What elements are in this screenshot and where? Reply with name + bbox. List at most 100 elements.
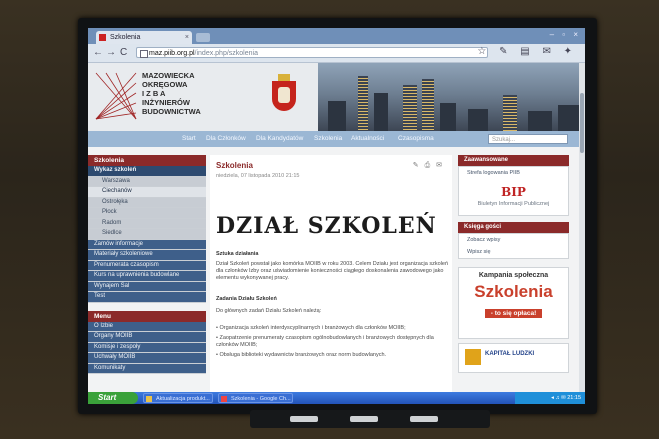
article-date: niedziela, 07 listopada 2010 21:15 — [216, 173, 300, 179]
org-name-line: I Z B A — [142, 89, 166, 98]
campaign-banner[interactable]: Kampania społeczna Szkolenia - to się op… — [458, 267, 569, 339]
building — [358, 76, 368, 131]
sidebar-item[interactable]: Zamów informacje — [88, 239, 206, 250]
building — [403, 85, 417, 131]
browser-toolbar: ← → C maz.piib.org.pl/index.php/szkoleni… — [88, 44, 585, 63]
taskbar-item[interactable]: Szkolenia - Google Ch... — [218, 393, 293, 403]
section-body: Do głównych zadań Działu Szkoleń należą: — [216, 308, 322, 314]
menu-item[interactable]: Komunikaty — [88, 363, 206, 374]
menu-item[interactable]: Uchwały MOIIB — [88, 353, 206, 364]
reload-button[interactable]: C — [120, 47, 127, 59]
guestbook-sign-link[interactable]: Wpisz się — [459, 246, 568, 258]
section-body: Dział Szkoleń powstał jako komórka MOIIB… — [216, 261, 449, 282]
campaign-headline: Szkolenia — [474, 282, 553, 301]
sidebar-item[interactable]: Płock — [88, 208, 206, 219]
site-navbar: Start Dla Członków Dla Kandydatów Szkole… — [88, 131, 585, 147]
login-box: Strefa logowania PIIB BIP Biuletyn Infor… — [458, 166, 569, 216]
bullet-item: • Zaopatrzenie prenumeraty czasopism ogó… — [216, 335, 434, 349]
warsaw-crest-icon — [272, 74, 296, 111]
org-name-line: BUDOWNICTWA — [142, 107, 201, 116]
sidebar-item[interactable]: Wynajem Sal — [88, 281, 206, 292]
bullet-item: • Organizacja szkoleń interdyscyplinarny… — [216, 325, 406, 331]
bip-logo: BIP — [501, 185, 526, 199]
start-button[interactable]: Start — [88, 392, 138, 404]
campaign-subtitle: - to się opłaca! — [484, 309, 543, 318]
left-sidebar: Szkolenia Wykaz szkoleń Warszawa Ciechanów… — [88, 155, 206, 392]
moiib-logo-icon[interactable] — [94, 71, 138, 121]
sidebar-header-guestbook: Księga gości — [458, 222, 569, 233]
bip-banner[interactable]: BIP Biuletyn Informacji Publicznej — [459, 179, 568, 215]
sidebar-item[interactable]: Wykaz szkoleń — [88, 166, 206, 177]
address-bar[interactable]: maz.piib.org.pl/index.php/szkolenia — [136, 47, 488, 58]
campaign-title: Kampania społeczna — [478, 272, 549, 279]
kapital-ludzki-banner[interactable]: KAPITAŁ LUDZKI — [458, 343, 569, 373]
building — [440, 103, 456, 131]
taskbar-item-label: Aktualizacja produkt... — [156, 396, 210, 402]
section-title: Zadania Działu Szkoleń — [216, 296, 277, 302]
chrome-icon — [221, 396, 227, 402]
org-name-line: INŻYNIERÓW — [142, 98, 190, 107]
menu-item[interactable]: O Izbie — [88, 321, 206, 332]
kapital-ludzki-text: KAPITAŁ LUDZKI — [485, 351, 535, 357]
sidebar-item[interactable]: Materiały szkoleniowe — [88, 250, 206, 261]
eraser — [410, 416, 438, 422]
building — [503, 95, 517, 131]
pen — [350, 416, 378, 422]
building — [468, 109, 488, 131]
nav-magazines[interactable]: Czasopisma — [398, 135, 434, 142]
article-tool-icons[interactable]: ✎ ⎙ ✉ — [413, 161, 444, 170]
menu-item[interactable]: Komisje i zespoły — [88, 342, 206, 353]
pen — [290, 416, 318, 422]
site-search-input[interactable]: Szukaj... — [488, 134, 568, 144]
page-icon — [140, 50, 148, 58]
sidebar-header-trainings: Szkolenia — [88, 155, 206, 166]
sidebar-items: Wykaz szkoleń Warszawa Ciechanów Ostrołęka P… — [88, 166, 206, 303]
sidebar-item[interactable]: Test — [88, 292, 206, 303]
sidebar-item[interactable]: Prenumerata czasopism — [88, 260, 206, 271]
sidebar-item[interactable]: Radom — [88, 218, 206, 229]
system-tray[interactable]: ◂ ♫ ✉ 21:15 — [515, 392, 585, 404]
city-skyline-image — [318, 63, 585, 131]
projected-screen: Szkolenia × – ▫ × ← → C maz.piib.org.pl/… — [88, 28, 585, 404]
taskbar-item[interactable]: Aktualizacja produkt... — [143, 393, 213, 403]
favicon-icon — [99, 34, 106, 41]
sidebar-header-advanced: Zaawansowane — [458, 155, 569, 166]
section-title: Sztuka działania — [216, 251, 259, 257]
nav-trainings[interactable]: Szkolenia — [314, 135, 342, 142]
window-controls[interactable]: – ▫ × — [550, 30, 581, 39]
url-path: /index.php/szkolenia — [194, 50, 258, 57]
siren-icon — [278, 87, 290, 103]
url-host: maz.piib.org.pl — [149, 50, 195, 57]
sidebar-item[interactable]: Siedlce — [88, 229, 206, 240]
sidebar-header-menu: Menu — [88, 310, 206, 322]
guestbook-box: Zobacz wpisy Wpisz się — [458, 233, 569, 259]
org-name-line: MAZOWIECKA — [142, 71, 195, 80]
page-content: Szkolenia Wykaz szkoleń Warszawa Ciechanów… — [88, 147, 585, 392]
sidebar-item[interactable]: Ciechanów — [88, 187, 206, 198]
sidebar-item[interactable]: Warszawa — [88, 176, 206, 187]
article: Szkolenia niedziela, 07 listopada 2010 2… — [210, 155, 452, 392]
building — [328, 101, 346, 131]
org-name: MAZOWIECKA OKRĘGOWA I Z B A INŻYNIERÓW B… — [142, 71, 201, 116]
toolbar-icons[interactable]: ☆ ✎ ▤ ✉ ✦ — [477, 46, 577, 57]
nav-candidates[interactable]: Dla Kandydatów — [256, 135, 303, 142]
scrollbar-thumb[interactable] — [580, 93, 584, 153]
sidebar-item[interactable]: Ostrołęka — [88, 197, 206, 208]
guestbook-view-link[interactable]: Zobacz wpisy — [459, 234, 568, 246]
building — [422, 79, 434, 131]
forward-button[interactable]: → — [106, 47, 116, 59]
sidebar-item[interactable]: Kurs na uprawnienia budowlane — [88, 271, 206, 282]
nav-news[interactable]: Aktualności — [351, 135, 384, 142]
nav-members[interactable]: Dla Członków — [206, 135, 246, 142]
bip-text: Biuletyn Informacji Publicznej — [477, 201, 550, 207]
browser-tab[interactable]: Szkolenia × — [96, 31, 192, 44]
menu-item[interactable]: Organy MOIIB — [88, 332, 206, 343]
tab-close-icon[interactable]: × — [185, 31, 189, 44]
page-scrollbar[interactable] — [579, 63, 585, 392]
back-button[interactable]: ← — [93, 47, 103, 59]
login-link[interactable]: Strefa logowania PIIB — [459, 167, 568, 179]
new-tab-button[interactable] — [196, 33, 210, 42]
nav-start[interactable]: Start — [182, 135, 196, 142]
update-icon — [146, 396, 152, 402]
article-title[interactable]: Szkolenia — [216, 161, 253, 170]
